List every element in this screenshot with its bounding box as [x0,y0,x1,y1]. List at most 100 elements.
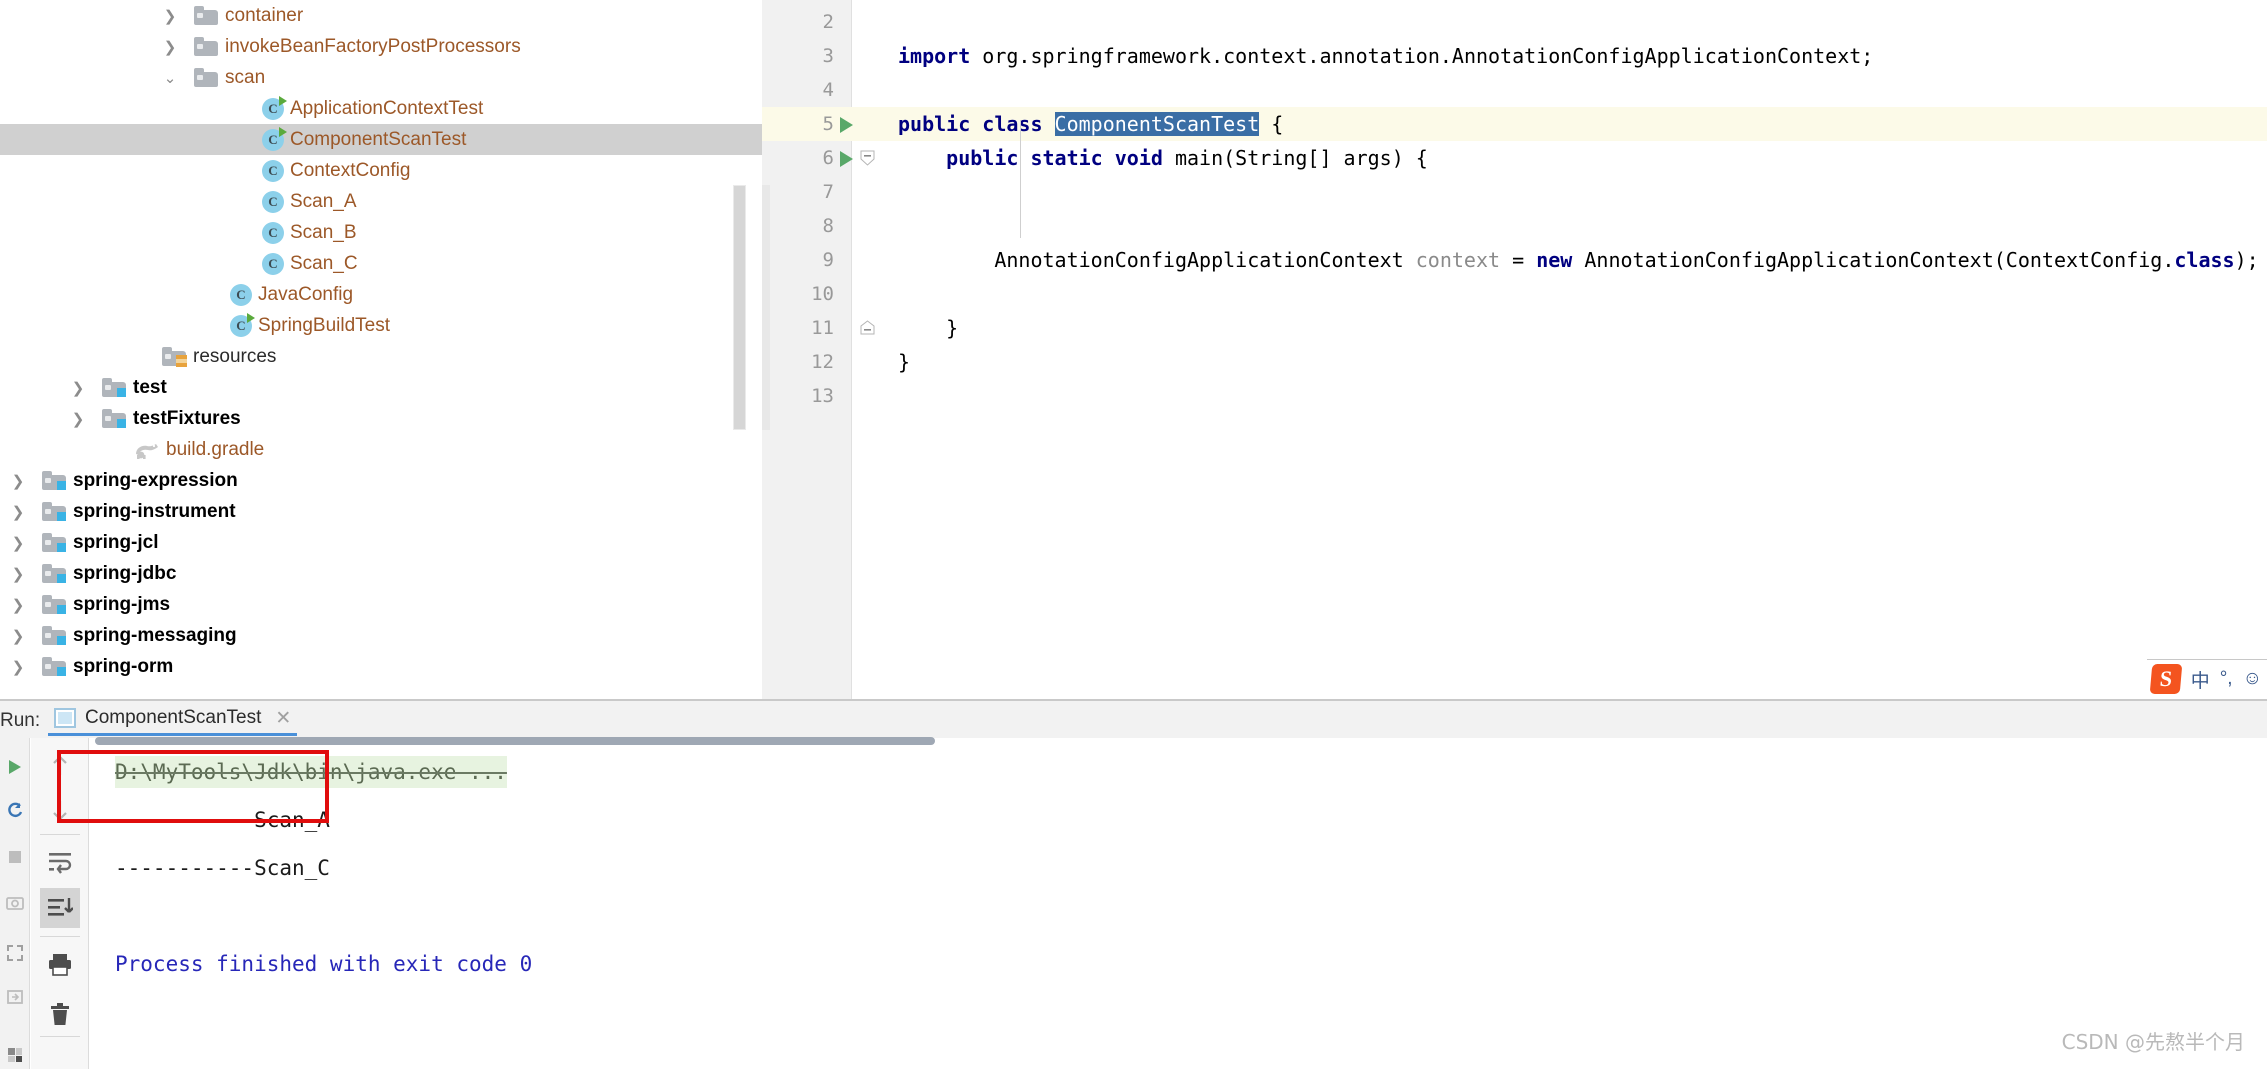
chevron-right-icon[interactable]: ❯ [8,589,28,620]
tree-item-spring-jcl[interactable]: ❯ spring-jcl [0,527,762,558]
run-gutter-icon[interactable] [840,151,853,167]
tree-item-ContextConfig[interactable]: C ContextConfig [0,155,762,186]
chevron-down-icon[interactable]: ⌄ [160,62,180,93]
code-line-13[interactable]: 13 [762,379,2267,413]
tree-item-label: test [133,376,167,398]
ime-punctuation-icon[interactable]: °, [2220,668,2233,690]
tree-item-scan[interactable]: ⌄ scan [0,62,762,93]
line-number: 3 [822,45,834,67]
indent-guide [1020,120,1021,238]
chevron-right-icon[interactable]: ❯ [160,31,180,62]
chevron-right-icon[interactable]: ❯ [8,496,28,527]
watermark: CSDN @先熬半个月 [2061,1030,2245,1054]
tree-item-Scan_A[interactable]: C Scan_A [0,186,762,217]
code-line-11[interactable]: 11 } [762,311,2267,345]
ime-smiley-icon[interactable]: ☺ [2243,668,2262,690]
run-tab-componentscantest[interactable]: ComponentScanTest ✕ [48,703,298,736]
run-icon[interactable] [2,752,28,782]
code-editor[interactable]: 2 3 import org.springframework.context.ann… [762,0,2267,699]
code-line-9[interactable]: 9 AnnotationConfigApplicationContext con… [762,243,2267,277]
folder-icon [194,6,218,25]
fold-open-icon[interactable] [859,150,876,167]
tree-item-ComponentScanTest[interactable]: C ComponentScanTest [0,124,762,155]
code-text: } [898,350,911,374]
run-label: Run: [0,710,41,731]
runnable-class-icon: C [262,126,287,151]
tree-item-testFixtures[interactable]: ❯ testFixtures [0,403,762,434]
print-icon[interactable] [40,944,80,984]
tree-item-spring-messaging[interactable]: ❯ spring-messaging [0,620,762,651]
tree-item-build.gradle[interactable]: build.gradle [0,434,762,465]
tree-item-label: scan [225,66,266,88]
soft-wrap-icon[interactable] [40,842,80,882]
project-tree-panel[interactable]: ❯ container ❯ invokeBeanFactoryPostProcesso… [0,0,762,699]
line-number: 8 [822,215,834,237]
chevron-right-icon[interactable]: ❯ [8,558,28,589]
code-line-8[interactable]: 8 [762,209,2267,243]
chevron-right-icon[interactable]: ❯ [8,651,28,682]
fold-closed-icon[interactable] [859,320,876,337]
tree-item-spring-jms[interactable]: ❯ spring-jms [0,589,762,620]
tree-item-label: Scan_B [290,221,357,243]
source-folder-icon [42,657,66,676]
code-line-10[interactable]: 10 [762,277,2267,311]
run-left-toolbar[interactable] [0,738,30,1069]
tree-item-spring-expression[interactable]: ❯ spring-expression [0,465,762,496]
tree-item-label: SpringBuildTest [258,314,391,336]
console-output[interactable]: D:\MyTools\Jdk\bin\java.exe ... ---------… [89,746,2267,1069]
tree-item-test[interactable]: ❯ test [0,372,762,403]
code-line-6[interactable]: 6 public static void main(String[] args)… [762,141,2267,175]
code-line-4[interactable]: 4 [762,73,2267,107]
source-folder-icon [42,502,66,521]
tree-item-resources[interactable]: resources [0,341,762,372]
folder-icon [194,68,218,87]
rerun-icon[interactable] [2,796,28,826]
tree-item-spring-instrument[interactable]: ❯ spring-instrument [0,496,762,527]
run-gutter-icon[interactable] [840,117,853,133]
tree-item-label: container [225,4,304,26]
chevron-right-icon[interactable]: ❯ [68,403,88,434]
line-number: 13 [811,385,834,407]
chevron-right-icon[interactable]: ❯ [8,465,28,496]
scroll-to-end-icon[interactable] [40,888,80,928]
tree-item-invokeBeanFactoryPostProcessors[interactable]: ❯ invokeBeanFactoryPostProcessors [0,31,762,62]
tree-item-SpringBuildTest[interactable]: C SpringBuildTest [0,310,762,341]
resources-folder-icon [162,347,187,367]
tree-item-spring-orm[interactable]: ❯ spring-orm [0,651,762,682]
class-icon: C [262,252,284,275]
code-line-7[interactable]: 7 [762,175,2267,209]
sogou-ime-bar[interactable]: S 中 °, ☺ [2149,661,2262,697]
console-line: -----------Scan_C [115,856,330,880]
code-line-5[interactable]: 5 public class ComponentScanTest { [762,107,2267,141]
class-icon: C [262,159,284,182]
tree-item-ApplicationContextTest[interactable]: C ApplicationContextTest [0,93,762,124]
project-tree-scrollbar[interactable] [733,185,746,430]
tree-item-label: testFixtures [133,407,241,429]
tree-item-spring-jdbc[interactable]: ❯ spring-jdbc [0,558,762,589]
settings-icon[interactable] [2,1040,28,1069]
code-line-12[interactable]: 12} [762,345,2267,379]
line-number: 10 [811,283,834,305]
close-icon[interactable]: ✕ [275,707,291,730]
chevron-right-icon[interactable]: ❯ [68,372,88,403]
chevron-right-icon[interactable]: ❯ [8,527,28,558]
expand-icon[interactable] [2,938,28,968]
stop-icon[interactable] [2,842,28,872]
chevron-right-icon[interactable]: ❯ [8,620,28,651]
console-horizontal-scrollbar[interactable] [95,737,935,745]
camera-icon[interactable] [2,888,28,918]
tree-item-Scan_B[interactable]: C Scan_B [0,217,762,248]
ime-lang-icon[interactable]: 中 [2191,666,2210,693]
tree-item-JavaConfig[interactable]: C JavaConfig [0,279,762,310]
tree-item-container[interactable]: ❯ container [0,0,762,31]
trash-icon[interactable] [40,994,80,1034]
code-line-3[interactable]: 3 import org.springframework.context.anno… [762,39,2267,73]
collapse-icon[interactable] [2,982,28,1012]
code-line-2[interactable]: 2 [762,5,2267,39]
chevron-right-icon[interactable]: ❯ [160,0,180,31]
sogou-logo-icon[interactable]: S [2149,664,2182,694]
tree-item-Scan_C[interactable]: C Scan_C [0,248,762,279]
class-icon: C [262,190,284,213]
